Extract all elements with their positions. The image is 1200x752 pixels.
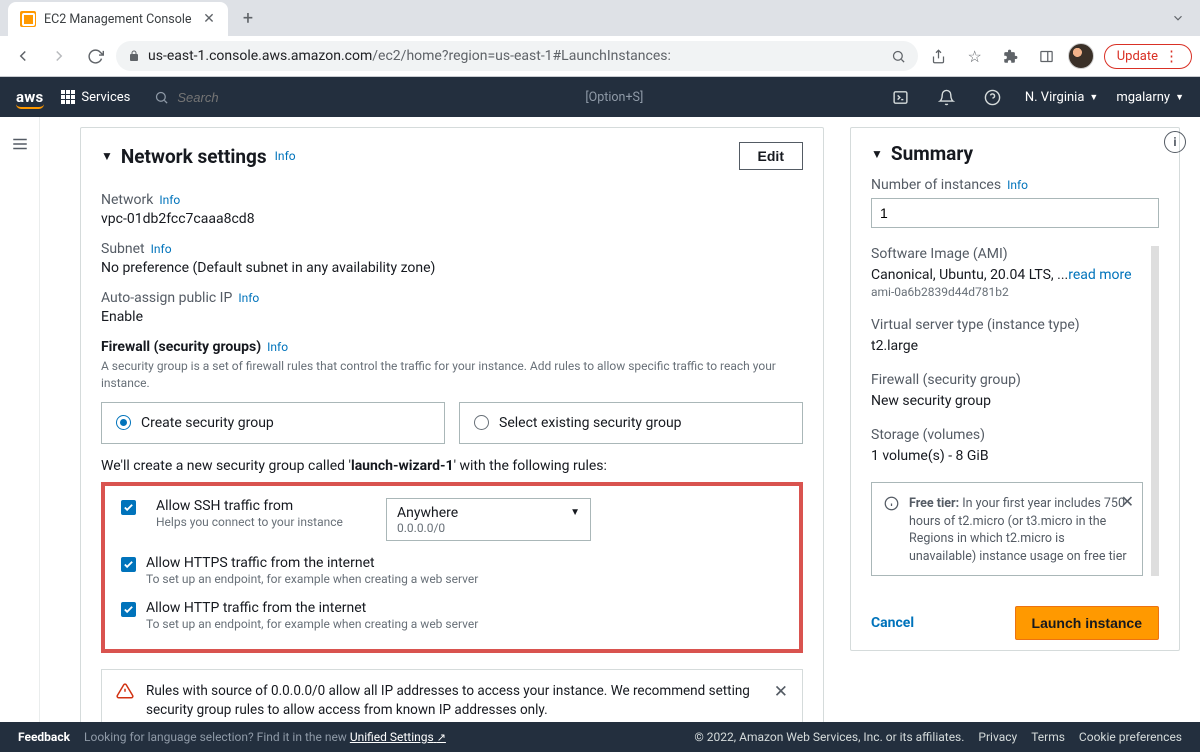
- help-icon[interactable]: [979, 83, 1007, 111]
- bookmark-star-icon[interactable]: ☆: [960, 41, 990, 71]
- region-selector[interactable]: N. Virginia▼: [1025, 90, 1098, 105]
- chevron-down-icon[interactable]: [1164, 4, 1192, 32]
- feedback-link[interactable]: Feedback: [18, 730, 70, 744]
- aws-footer: Feedback Looking for language selection?…: [0, 722, 1200, 752]
- open-cidr-warning: Rules with source of 0.0.0.0/0 allow all…: [101, 669, 803, 722]
- select-existing-security-group-radio[interactable]: Select existing security group: [459, 402, 803, 444]
- free-tier-notice: Free tier: In your first year includes 7…: [871, 482, 1143, 576]
- language-hint: Looking for language selection? Find it …: [84, 730, 446, 744]
- notifications-icon[interactable]: [933, 83, 961, 111]
- tab-close-icon[interactable]: ✕: [202, 12, 216, 26]
- tab-favicon: [20, 11, 36, 27]
- info-circle-icon: [884, 496, 899, 565]
- privacy-link[interactable]: Privacy: [978, 730, 1017, 744]
- lock-icon: [128, 50, 140, 62]
- panel-title: Network settings: [121, 145, 267, 168]
- radio-icon: [474, 415, 489, 430]
- chevron-down-icon: ▼: [570, 507, 580, 518]
- address-bar[interactable]: us-east-1.console.aws.amazon.com/ec2/hom…: [116, 41, 918, 71]
- share-icon[interactable]: [924, 41, 954, 71]
- cookie-preferences-link[interactable]: Cookie preferences: [1079, 730, 1182, 744]
- collapse-caret-icon[interactable]: ▼: [101, 149, 113, 163]
- read-more-link[interactable]: read more: [1068, 267, 1131, 283]
- edit-button[interactable]: Edit: [739, 142, 803, 170]
- profile-avatar[interactable]: [1068, 43, 1094, 69]
- launch-instance-button[interactable]: Launch instance: [1015, 606, 1159, 640]
- firewall-description: A security group is a set of firewall ru…: [101, 358, 803, 392]
- cloudshell-icon[interactable]: [887, 83, 915, 111]
- unified-settings-link[interactable]: Unified Settings ↗: [350, 730, 446, 744]
- account-menu[interactable]: mgalarny▼: [1116, 90, 1184, 105]
- reload-button[interactable]: [80, 41, 110, 71]
- allow-http-checkbox[interactable]: [121, 602, 136, 617]
- info-link[interactable]: Info: [1007, 178, 1028, 192]
- extensions-icon[interactable]: [996, 41, 1026, 71]
- forward-button: [44, 41, 74, 71]
- terms-link[interactable]: Terms: [1031, 730, 1065, 744]
- external-link-icon: ↗: [437, 731, 446, 744]
- aws-search[interactable]: [Option+S]: [154, 90, 643, 105]
- network-vpc-value: vpc-01db2fcc7caaa8cd8: [101, 211, 803, 227]
- ssh-source-select[interactable]: Anywhere▼ 0.0.0.0/0: [386, 498, 591, 541]
- aws-logo[interactable]: aws: [16, 88, 43, 106]
- cancel-link[interactable]: Cancel: [871, 615, 914, 631]
- search-icon: [154, 90, 169, 105]
- radio-icon: [116, 415, 131, 430]
- traffic-rules-highlight: Allow SSH traffic from Helps you connect…: [101, 482, 803, 653]
- search-in-page-icon[interactable]: [891, 49, 906, 64]
- allow-https-checkbox[interactable]: [121, 557, 136, 572]
- allow-ssh-checkbox[interactable]: [121, 500, 136, 515]
- browser-tab[interactable]: EC2 Management Console ✕: [8, 2, 228, 36]
- network-settings-panel: ▼ Network settings Info Edit Network Inf…: [80, 127, 824, 722]
- info-link[interactable]: Info: [267, 340, 288, 354]
- help-panel-toggle[interactable]: i: [1164, 131, 1186, 153]
- copyright-text: © 2022, Amazon Web Services, Inc. or its…: [694, 730, 964, 744]
- summary-panel: ▼ Summary Number of instances Info Softw…: [850, 127, 1180, 651]
- back-button[interactable]: [8, 41, 38, 71]
- info-link[interactable]: Info: [151, 242, 172, 256]
- left-rail: [0, 117, 40, 722]
- hamburger-menu-icon[interactable]: [7, 131, 33, 157]
- instance-count-input[interactable]: [871, 198, 1159, 228]
- update-button[interactable]: Update⋮: [1104, 44, 1192, 69]
- browser-chrome: EC2 Management Console ✕ +: [0, 0, 1200, 77]
- summary-title: Summary: [891, 142, 973, 165]
- services-menu[interactable]: Services: [61, 90, 130, 105]
- url-text: us-east-1.console.aws.amazon.com/ec2/hom…: [148, 48, 883, 64]
- close-icon[interactable]: ✕: [1121, 491, 1134, 513]
- aws-search-input[interactable]: [177, 90, 397, 105]
- close-icon[interactable]: ✕: [774, 682, 788, 702]
- tab-title: EC2 Management Console: [44, 12, 194, 27]
- security-group-intro: We'll create a new security group called…: [101, 458, 803, 474]
- collapse-caret-icon[interactable]: ▼: [871, 147, 883, 161]
- ami-id: ami-0a6b2839d44d781b2: [871, 285, 1143, 299]
- public-ip-value: Enable: [101, 309, 803, 325]
- info-link[interactable]: Info: [238, 291, 259, 305]
- subnet-value: No preference (Default subnet in any ava…: [101, 260, 803, 276]
- info-link[interactable]: Info: [159, 193, 180, 207]
- create-security-group-radio[interactable]: Create security group: [101, 402, 445, 444]
- new-tab-button[interactable]: +: [234, 4, 262, 32]
- warning-triangle-icon: [116, 682, 134, 700]
- info-link[interactable]: Info: [275, 149, 296, 163]
- services-grid-icon: [61, 90, 75, 104]
- aws-top-nav: aws Services [Option+S] N. Virginia▼ mga…: [0, 77, 1200, 117]
- search-shortcut-hint: [Option+S]: [585, 90, 643, 105]
- side-panel-icon[interactable]: [1032, 41, 1062, 71]
